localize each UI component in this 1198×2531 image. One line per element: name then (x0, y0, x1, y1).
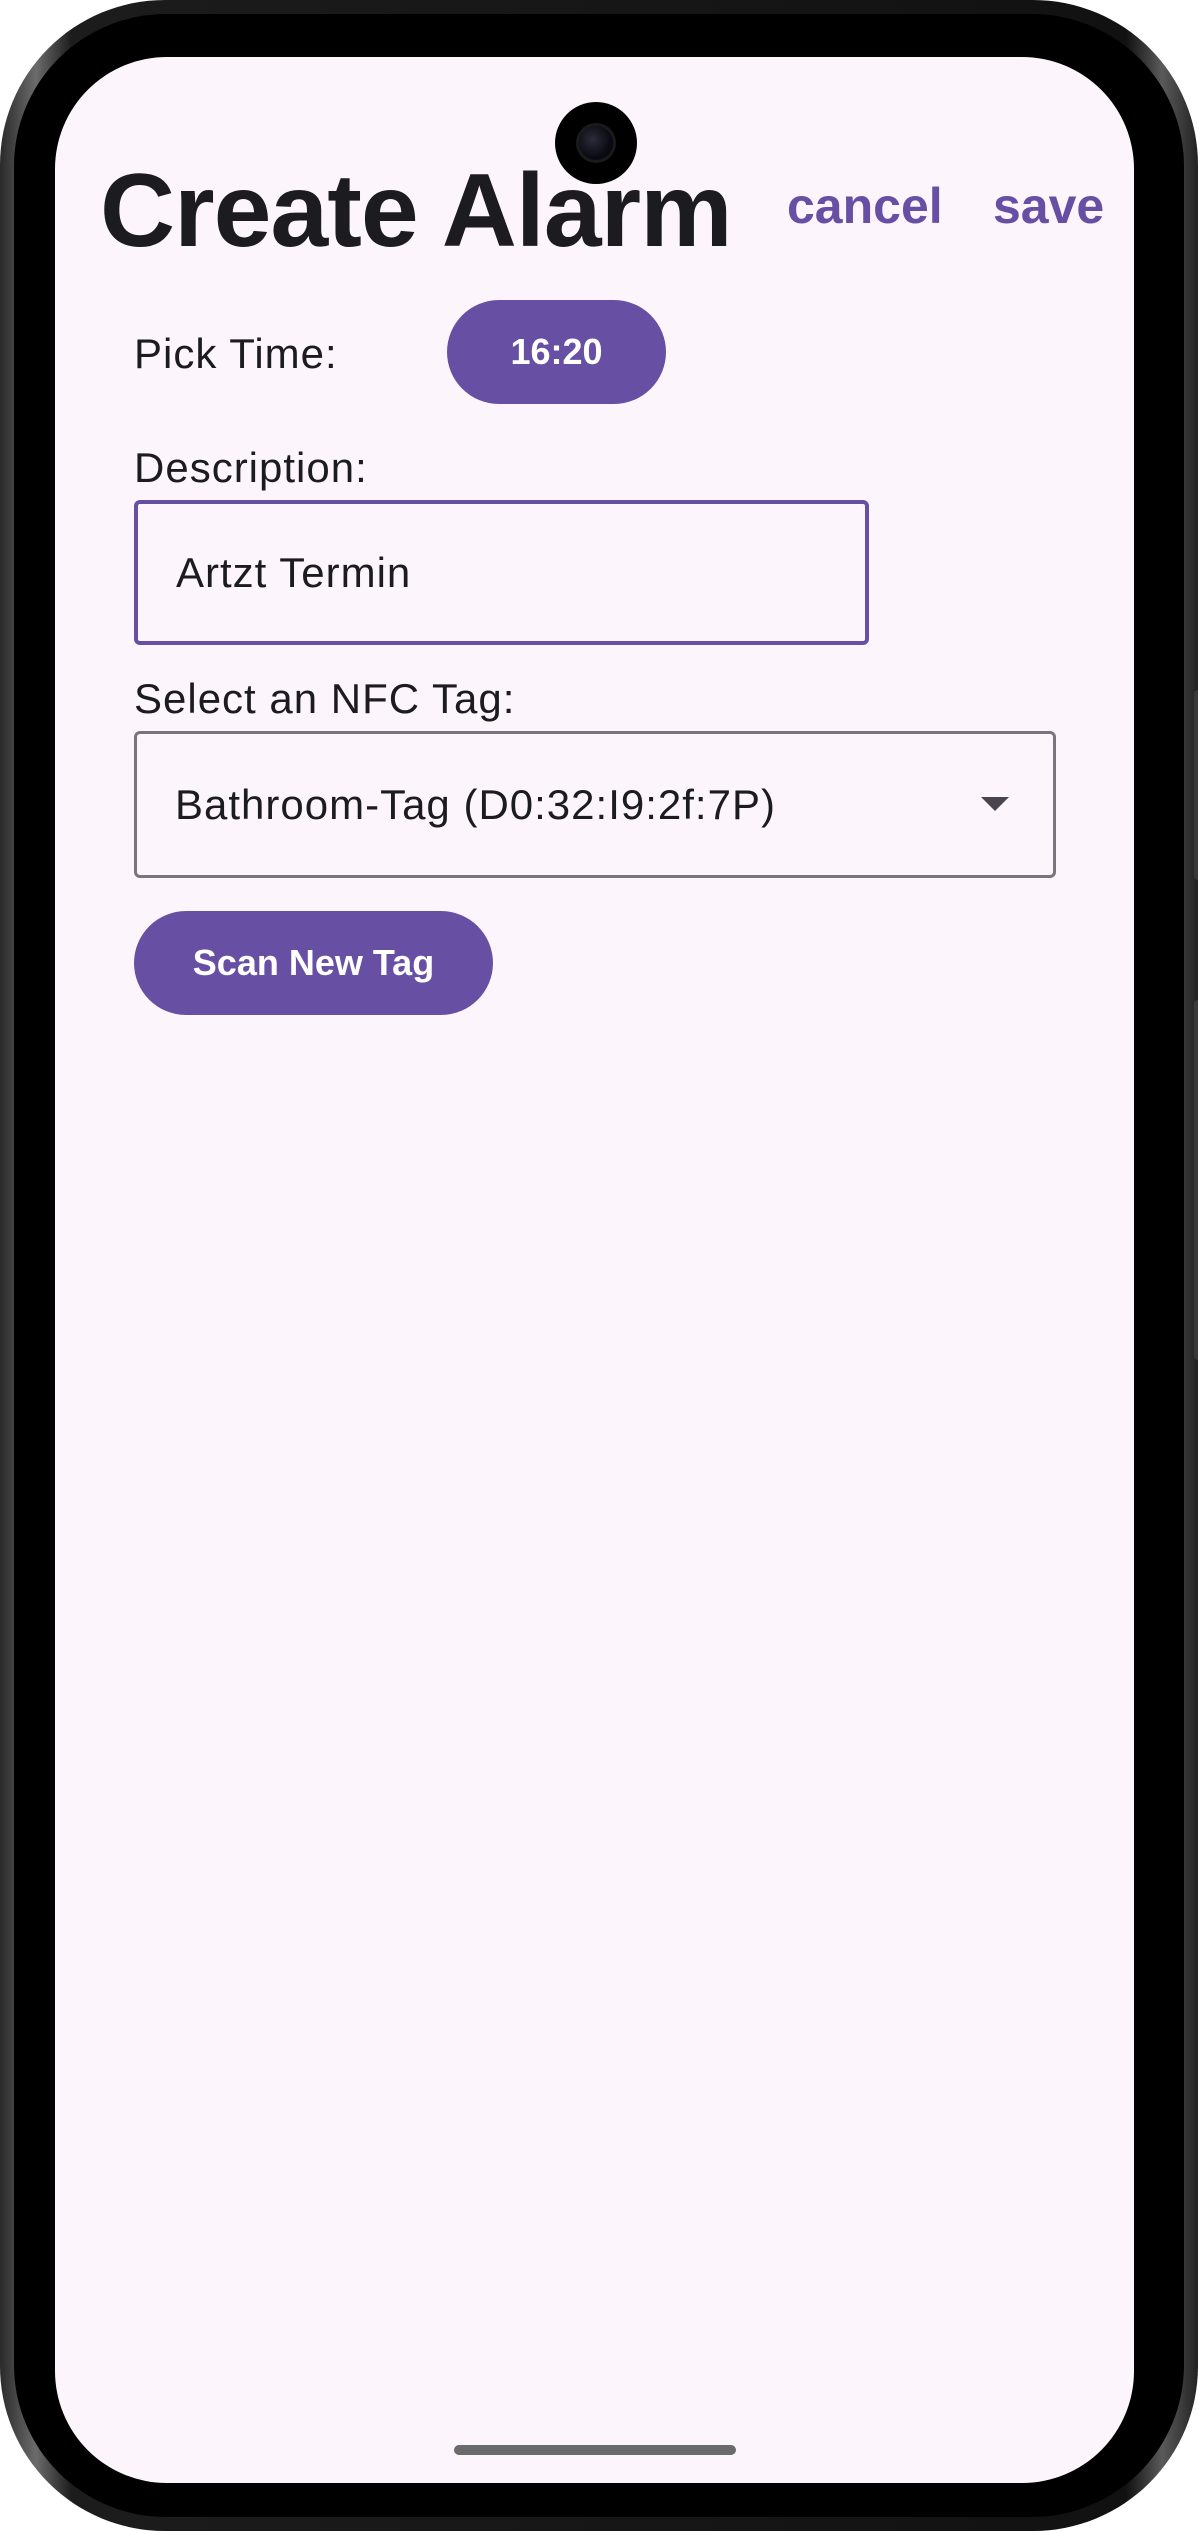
description-value: Artzt Termin (176, 548, 412, 596)
arrow-drop-down-icon (981, 797, 1009, 811)
app-screen: Create Alarm cancel save Pick Time: 16:2… (55, 57, 1134, 2483)
phone-frame: Create Alarm cancel save Pick Time: 16:2… (0, 0, 1198, 2531)
home-indicator[interactable] (454, 2445, 736, 2455)
description-label: Description: (134, 444, 368, 491)
nfc-tag-dropdown[interactable]: Bathroom-Tag (D0:32:I9:2f:7P) (134, 731, 1056, 878)
time-picker-button[interactable]: 16:20 (447, 300, 666, 404)
scan-new-tag-button[interactable]: Scan New Tag (134, 911, 493, 1015)
page-title: Create Alarm (100, 153, 733, 269)
nfc-tag-selected-value: Bathroom-Tag (D0:32:I9:2f:7P) (175, 780, 776, 828)
save-button[interactable]: save (993, 177, 1104, 235)
cancel-button[interactable]: cancel (787, 177, 943, 235)
pick-time-label: Pick Time: (134, 330, 338, 377)
volume-button (1194, 690, 1198, 880)
nfc-tag-label: Select an NFC Tag: (134, 675, 516, 722)
power-button (1194, 1000, 1198, 1360)
description-field[interactable]: Artzt Termin (134, 500, 869, 645)
